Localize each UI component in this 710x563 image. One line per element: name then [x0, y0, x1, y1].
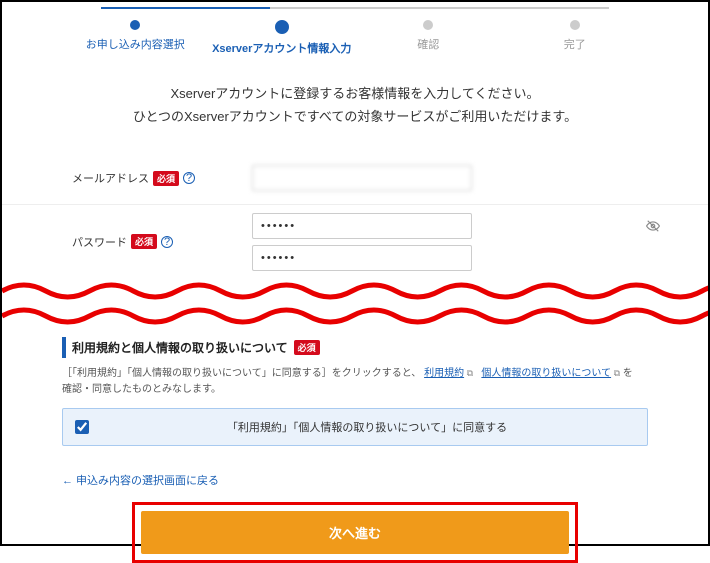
consent-checkbox[interactable]: [75, 420, 89, 434]
step-4: 完了: [502, 20, 649, 52]
consent-box[interactable]: 「利用規約」「個人情報の取り扱いについて」に同意する: [62, 408, 648, 446]
external-link-icon: ⧉: [464, 368, 473, 378]
required-badge: 必須: [153, 171, 179, 186]
password-field[interactable]: [252, 213, 472, 239]
step-2: Xserverアカウント情報入力: [209, 20, 356, 56]
password-row: パスワード 必須 ?: [2, 205, 708, 279]
email-field[interactable]: [252, 165, 472, 191]
external-link-icon: ⧉: [611, 368, 620, 378]
intro-line1: Xserverアカウントに登録するお客様情報を入力してください。: [22, 82, 688, 105]
step-1: お申し込み内容選択: [62, 20, 209, 52]
step-dot-icon: [570, 20, 580, 30]
eye-off-icon[interactable]: [646, 219, 660, 236]
step-3: 確認: [355, 20, 502, 52]
submit-highlight: 次へ進む: [132, 502, 578, 563]
terms-section: 利用規約と個人情報の取り扱いについて 必須 ［「利用規約」「個人情報の取り扱いに…: [2, 329, 708, 458]
step-dot-icon: [275, 20, 289, 34]
password-label-group: パスワード 必須 ?: [72, 234, 252, 250]
help-icon[interactable]: ?: [183, 172, 195, 184]
consent-label: 「利用規約」「個人情報の取り扱いについて」に同意する: [99, 419, 635, 435]
step-dot-icon: [130, 20, 140, 30]
help-icon[interactable]: ?: [161, 236, 173, 248]
password-label: パスワード: [72, 234, 127, 250]
required-badge: 必須: [131, 234, 157, 249]
back-link[interactable]: ← 申込み内容の選択画面に戻る: [2, 458, 708, 496]
email-label-group: メールアドレス 必須 ?: [72, 170, 252, 186]
step-label: お申し込み内容選択: [62, 36, 209, 52]
terms-link[interactable]: 利用規約: [424, 368, 464, 379]
next-button[interactable]: 次へ進む: [141, 511, 569, 554]
step-label: 完了: [502, 36, 649, 52]
step-label: Xserverアカウント情報入力: [209, 40, 356, 56]
terms-description: ［「利用規約」「個人情報の取り扱いについて」に同意する］をクリックすると、 利用…: [62, 358, 648, 408]
email-label: メールアドレス: [72, 170, 149, 186]
email-row: メールアドレス 必須 ?: [2, 153, 708, 205]
step-label: 確認: [355, 36, 502, 52]
privacy-link[interactable]: 個人情報の取り扱いについて: [481, 368, 611, 379]
content-break-indicator: [2, 279, 708, 329]
intro-line2: ひとつのXserverアカウントですべての対象サービスがご利用いただけます。: [22, 105, 688, 128]
terms-heading: 利用規約と個人情報の取り扱いについて 必須: [62, 337, 648, 358]
required-badge: 必須: [294, 340, 320, 355]
password-confirm-field[interactable]: [252, 245, 472, 271]
progress-stepper: お申し込み内容選択 Xserverアカウント情報入力 確認 完了: [2, 2, 708, 66]
intro-text: Xserverアカウントに登録するお客様情報を入力してください。 ひとつのXse…: [2, 66, 708, 153]
step-dot-icon: [423, 20, 433, 30]
